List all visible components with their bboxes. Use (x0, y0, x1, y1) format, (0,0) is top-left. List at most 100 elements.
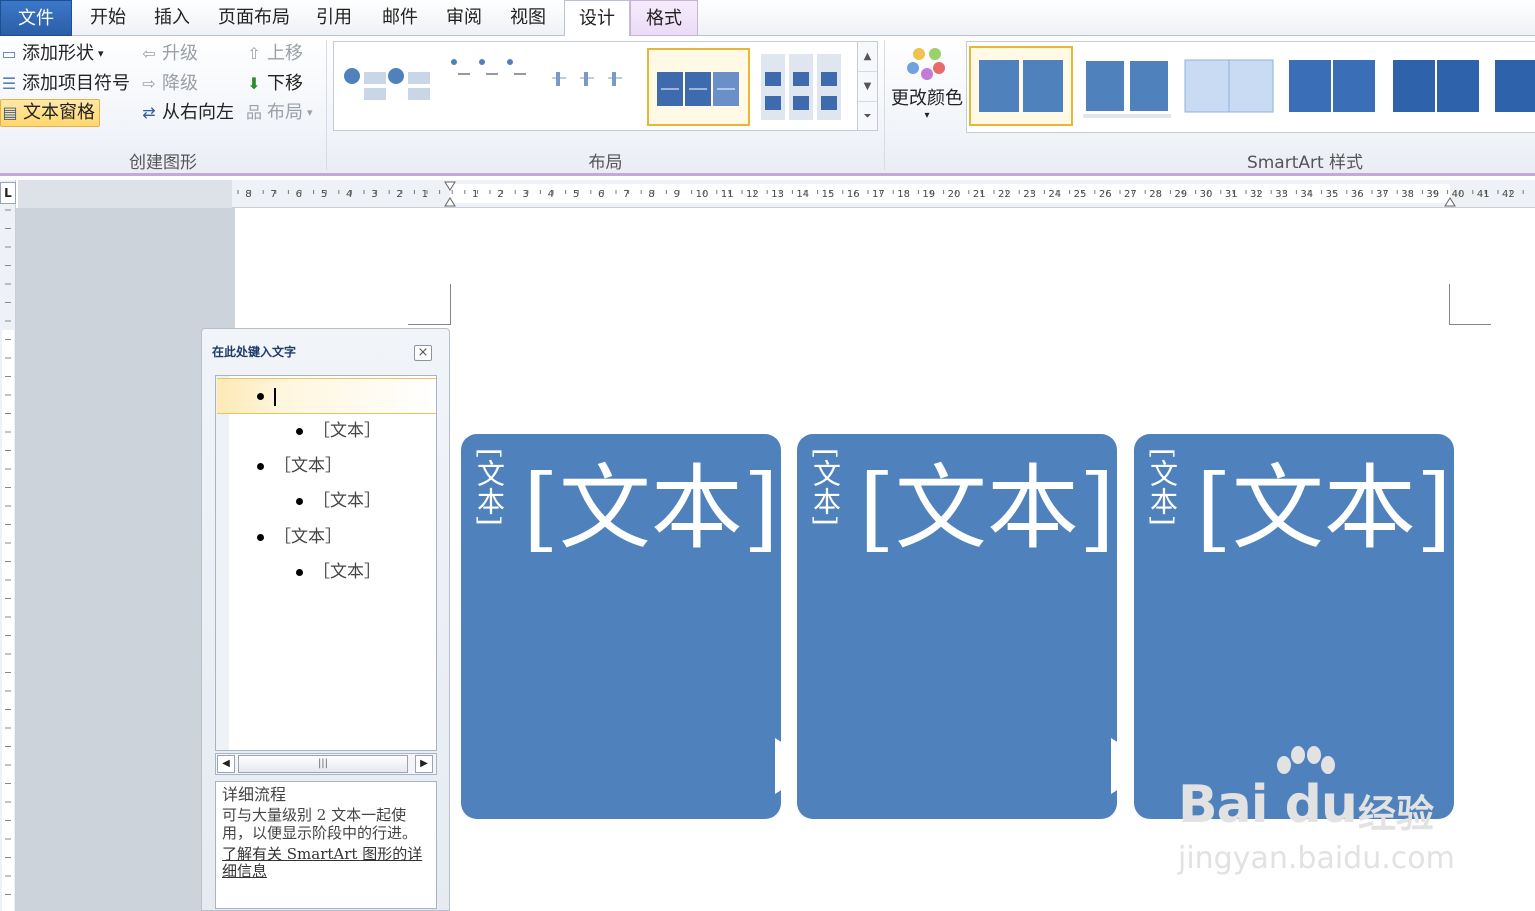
style-thumb-1[interactable] (969, 46, 1073, 126)
horizontal-ruler: 8 7 6 5 4 3 2 1 1 2 3 4 5 6 7 8 9 10 11 12 13 14 15 16 17 18 19 20 2… (232, 180, 1535, 208)
text-pane-icon: ▤ (2, 103, 18, 122)
layout-thumb-1-graphic (344, 68, 430, 100)
style-thumb-4[interactable] (1283, 48, 1383, 124)
style-thumb-5[interactable] (1387, 48, 1487, 124)
layout-thumb-1[interactable] (342, 56, 432, 116)
layout-button[interactable]: 品 布局 ▾ (245, 99, 313, 127)
add-shape-button[interactable]: ▭ 添加形状 ▾ (0, 40, 103, 68)
smartart-shape-1[interactable]: [文本] [文本] (461, 434, 781, 819)
dropdown-arrow-icon: ▾ (924, 110, 930, 121)
style-thumb-4-graphic (1289, 60, 1375, 112)
ruler-number: 12 (746, 189, 759, 200)
layout-thumb-4-graphic (657, 72, 739, 106)
ruler-number: 21 (973, 189, 986, 200)
list-item-text[interactable]: ［文本］ (313, 421, 381, 441)
dropdown-arrow-icon: ▾ (307, 106, 313, 119)
close-icon[interactable]: ⨯ (414, 345, 432, 361)
gallery-more-icon[interactable]: ⏷ (858, 102, 877, 132)
move-up-button[interactable]: ⇧ 上移 (245, 40, 303, 68)
right-to-left-button[interactable]: ⇄ 从右向左 (140, 99, 234, 127)
shape-2-level2-text[interactable]: [文本] (859, 454, 1115, 564)
text-pane-button[interactable]: ▤ 文本窗格 (0, 99, 100, 127)
crop-mark-top-left (408, 324, 450, 325)
list-item[interactable]: ［文本］ (296, 486, 381, 516)
ruler-number: 28 (1149, 189, 1162, 200)
tab-insert[interactable]: 插入 (144, 0, 200, 36)
smartart-style-gallery (966, 41, 1535, 133)
layout-thumb-2[interactable] (444, 52, 534, 112)
shape-1-level1-text[interactable]: [文本] (473, 448, 506, 526)
ruler-number: 38 (1401, 189, 1414, 200)
tab-selector[interactable]: L (0, 182, 16, 204)
promote-label: 升级 (162, 43, 198, 64)
ruler-number: 13 (771, 189, 784, 200)
style-thumb-2[interactable] (1079, 48, 1179, 124)
ruler-number: 24 (1048, 189, 1061, 200)
arrow-right-icon: ⇨ (142, 74, 156, 93)
tab-mailings[interactable]: 邮件 (372, 0, 428, 36)
tab-view[interactable]: 视图 (500, 0, 556, 36)
list-item-text[interactable]: ［文本］ (274, 456, 342, 476)
text-pane-list[interactable]: ［文本］ ［文本］ ［文本］ ［文本］ ［文本］ (215, 375, 437, 751)
style-thumb-6[interactable] (1491, 48, 1535, 124)
list-item[interactable]: ［文本］ (257, 451, 342, 481)
list-item[interactable]: ［文本］ (296, 416, 381, 446)
layout-thumb-3[interactable] (546, 62, 636, 102)
learn-more-link[interactable]: 了解有关 SmartArt 图形的详细信息 (222, 846, 430, 880)
scroll-left-icon[interactable]: ◀ (217, 755, 235, 773)
tab-format[interactable]: 格式 (630, 0, 698, 36)
ruler-number: 34 (1300, 189, 1313, 200)
arrow-up-icon: ⇧ (247, 44, 261, 63)
shape-1-level2-text[interactable]: [文本] (523, 454, 779, 564)
ruler-number: 35 (1326, 189, 1339, 200)
layout-thumb-5[interactable] (759, 52, 849, 122)
baidu-jingyan-watermark: Bai du 经验 jingyan.baidu.com (1178, 745, 1478, 876)
ruler-number: 42 (1502, 189, 1515, 200)
change-colors-button[interactable]: 更改颜色 ▾ (888, 42, 966, 138)
tab-references[interactable]: 引用 (306, 0, 362, 36)
layout-gallery: ▲ ▼ ⏷ (333, 41, 878, 131)
scrollbar-thumb[interactable]: ||| (238, 755, 408, 773)
style-thumb-3[interactable] (1181, 48, 1281, 124)
smartart-shape-2[interactable]: [文本] [文本] (797, 434, 1117, 819)
promote-button[interactable]: ⇦ 升级 (140, 40, 198, 68)
ruler-number: 27 (1124, 189, 1137, 200)
ruler-number: 41 (1477, 189, 1490, 200)
arrow-left-icon: ⇦ (142, 44, 156, 63)
ruler-number: 23 (1023, 189, 1036, 200)
ruler-number: 30 (1200, 189, 1213, 200)
style-thumb-5-graphic (1393, 60, 1479, 112)
add-bullet-button[interactable]: ☰ 添加项目符号 (0, 70, 130, 98)
style-thumb-1-graphic (979, 60, 1063, 112)
scroll-right-icon[interactable]: ▶ (415, 755, 433, 773)
demote-button[interactable]: ⇨ 降级 (140, 70, 198, 98)
style-thumb-3-graphic (1184, 59, 1274, 113)
tab-design[interactable]: 设计 (564, 0, 630, 37)
ruler-number: 26 (1099, 189, 1112, 200)
shape-3-level2-text[interactable]: [文本] (1196, 454, 1452, 564)
move-up-label: 上移 (267, 43, 303, 64)
shape-2-level1-text[interactable]: [文本] (809, 448, 842, 526)
tab-home[interactable]: 开始 (80, 0, 136, 36)
layout-thumb-detailed-process[interactable] (647, 48, 750, 126)
shape-3-level1-text[interactable]: [文本] (1146, 448, 1179, 526)
list-item-text[interactable]: ［文本］ (313, 562, 381, 582)
ruler-number: 20 (948, 189, 961, 200)
list-item-text[interactable]: ［文本］ (274, 527, 342, 547)
layout-label: 布局 (267, 102, 303, 123)
tab-file[interactable]: 文件 (0, 0, 72, 36)
text-pane-horizontal-scrollbar[interactable]: ◀ ||| ▶ (215, 753, 437, 775)
move-down-button[interactable]: ⬇ 下移 (245, 70, 303, 98)
list-item-current[interactable] (217, 378, 436, 414)
gallery-scroll-up-icon[interactable]: ▲ (858, 42, 877, 72)
tab-page-layout[interactable]: 页面布局 (208, 0, 300, 36)
tab-review[interactable]: 审阅 (436, 0, 492, 36)
gallery-scroll-down-icon[interactable]: ▼ (858, 72, 877, 102)
list-item[interactable]: ［文本］ (257, 522, 342, 552)
list-item[interactable]: ［文本］ (296, 557, 381, 587)
watermark-url: jingyan.baidu.com (1178, 841, 1455, 876)
list-item-text[interactable]: ［文本］ (313, 491, 381, 511)
org-chart-icon: 品 (245, 103, 262, 122)
text-pane-gutter (216, 376, 229, 750)
swap-arrows-icon: ⇄ (142, 103, 156, 122)
